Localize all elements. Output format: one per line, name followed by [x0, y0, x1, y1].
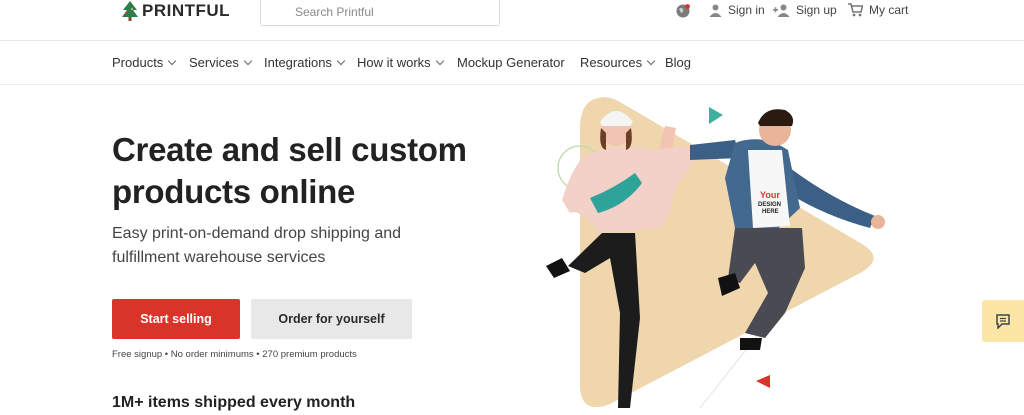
hero-subtitle-line-2: fulfillment warehouse services — [112, 249, 326, 266]
sign-in-label: Sign in — [728, 3, 765, 17]
svg-text:DESIGN: DESIGN — [758, 202, 781, 208]
user-icon — [709, 4, 722, 17]
hero-subtitle-line-1: Easy print-on-demand drop shipping and — [112, 225, 402, 242]
sign-up-link[interactable]: Sign up — [773, 3, 837, 17]
search-box[interactable] — [260, 0, 500, 26]
add-user-icon — [773, 4, 790, 17]
chat-widget-button[interactable] — [982, 300, 1024, 342]
search-input[interactable] — [295, 3, 490, 21]
nav-item-how-it-works[interactable]: How it works — [357, 55, 444, 70]
printful-logo[interactable]: PRINTFUL — [122, 0, 230, 22]
chat-icon — [996, 313, 1010, 329]
hero-title-line-2: products online — [112, 173, 356, 210]
cart-link[interactable]: My cart — [848, 3, 908, 17]
nav-label: Services — [189, 55, 239, 70]
hero-title: Create and sell custom products online — [112, 129, 532, 213]
chevron-down-icon — [435, 56, 444, 66]
nav-label: Blog — [665, 55, 692, 70]
tree-logo-icon — [122, 1, 138, 21]
start-selling-button[interactable]: Start selling — [112, 299, 240, 339]
nav-item-services[interactable]: Services — [189, 55, 253, 70]
nav-label: Resources — [580, 55, 643, 70]
nav-label: How it works — [357, 55, 431, 70]
nav-label: Mockup Generator — [457, 55, 565, 70]
nav-label: Products — [112, 55, 164, 70]
hero-subtitle: Easy print-on-demand drop shipping and f… — [112, 222, 452, 270]
nav-item-resources[interactable]: Resources — [580, 55, 656, 70]
nav-item-blog[interactable]: Blog — [665, 55, 691, 70]
hero-illustration: Your DESIGN HERE — [546, 97, 885, 409]
language-selector[interactable] — [675, 3, 691, 24]
nav-label: Integrations — [264, 55, 332, 70]
hero-title-line-1: Create and sell custom — [112, 131, 467, 168]
chevron-down-icon — [243, 56, 253, 66]
nav-item-products[interactable]: Products — [112, 55, 177, 70]
signup-benefits: Free signup • No order minimums • 270 pr… — [112, 349, 357, 360]
main-nav: Products Services Integrations How it wo… — [0, 41, 1024, 85]
top-bar: PRINTFUL Sign in Sign up My cart — [0, 0, 1024, 41]
cart-icon — [848, 3, 863, 17]
sign-up-label: Sign up — [796, 3, 837, 17]
chevron-down-icon — [646, 56, 656, 66]
chevron-down-icon — [336, 56, 346, 66]
logo-text: PRINTFUL — [142, 1, 231, 20]
globe-icon — [676, 4, 690, 18]
nav-item-integrations[interactable]: Integrations — [264, 55, 346, 70]
nav-item-mockup-generator[interactable]: Mockup Generator — [457, 55, 565, 70]
svg-text:HERE: HERE — [762, 209, 779, 215]
items-shipped-heading: 1M+ items shipped every month — [112, 394, 356, 411]
cart-label: My cart — [869, 3, 909, 17]
chevron-down-icon — [168, 56, 177, 66]
svg-text:Your: Your — [760, 190, 780, 200]
sign-in-link[interactable]: Sign in — [709, 3, 765, 17]
order-for-yourself-button[interactable]: Order for yourself — [251, 299, 412, 339]
